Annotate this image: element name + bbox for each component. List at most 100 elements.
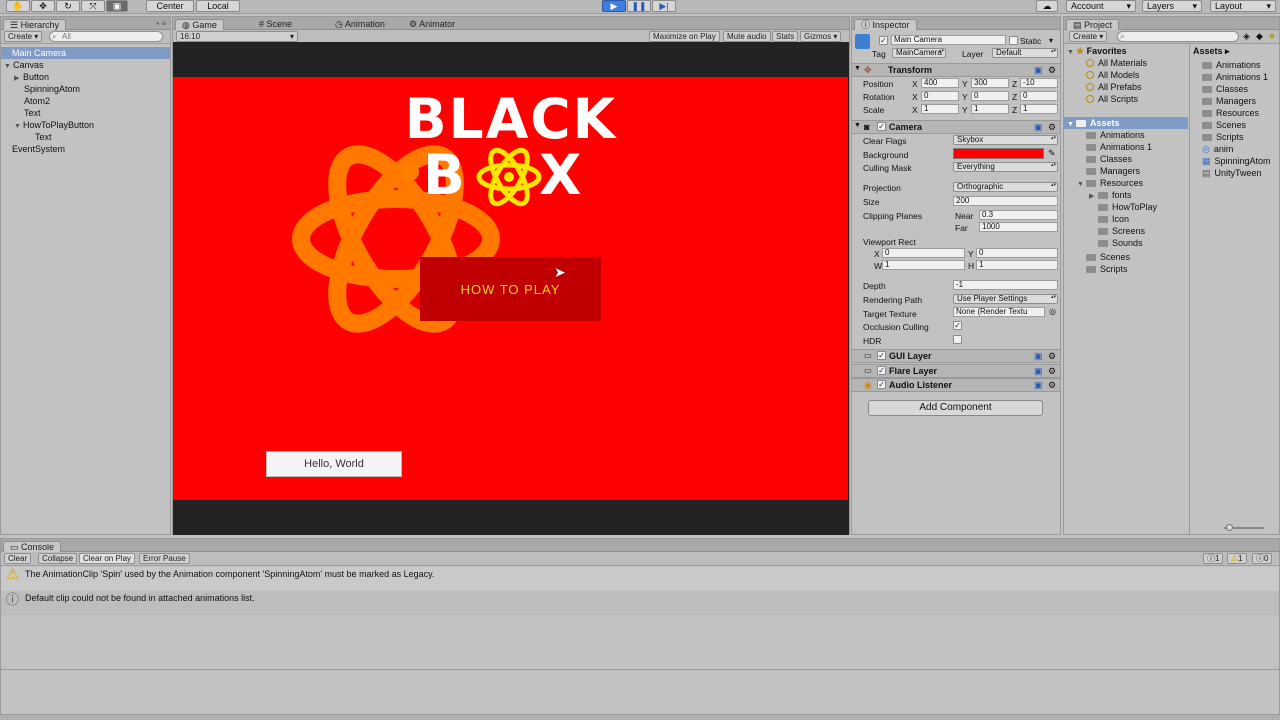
favorite-item[interactable]: All Materials: [1086, 57, 1147, 69]
tree-folder-item[interactable]: Managers: [1086, 165, 1140, 177]
static-checkbox[interactable]: [1009, 36, 1018, 45]
viewport-y-field[interactable]: 0: [976, 248, 1058, 258]
far-field[interactable]: 1000: [979, 222, 1058, 232]
tree-folder-item[interactable]: ▶ fonts: [1089, 189, 1132, 201]
console-clear-on-play-toggle[interactable]: Clear on Play: [79, 553, 136, 564]
assets-header[interactable]: ▼ Assets: [1064, 117, 1188, 129]
near-field[interactable]: 0.3: [979, 210, 1058, 220]
collapse-arrow-icon[interactable]: ▶: [14, 73, 23, 85]
tab-console[interactable]: ▭ Console: [3, 541, 62, 552]
hierarchy-item-spinningatom[interactable]: SpinningAtom: [24, 83, 80, 95]
asset-item[interactable]: ◎ anim: [1202, 143, 1233, 155]
icon-size-slider-handle[interactable]: [1226, 524, 1233, 531]
tree-folder-item[interactable]: Screens: [1098, 225, 1145, 237]
tab-animation[interactable]: ◷ Animation: [329, 19, 391, 30]
tree-folder-item[interactable]: HowToPlay: [1098, 201, 1157, 213]
favorite-item[interactable]: All Models: [1086, 69, 1140, 81]
rect-tool-button[interactable]: ▣: [106, 0, 128, 12]
cloud-button[interactable]: ☁: [1036, 0, 1058, 12]
error-filter-toggle[interactable]: ⓘ0: [1252, 553, 1273, 564]
project-search-input[interactable]: ⌕: [1117, 31, 1239, 42]
console-clear-button[interactable]: Clear: [4, 553, 32, 564]
asset-item[interactable]: Resources: [1202, 107, 1259, 119]
asset-item[interactable]: Animations: [1202, 59, 1261, 71]
pause-button[interactable]: ❚❚: [627, 0, 651, 12]
maximize-on-play-toggle[interactable]: Maximize on Play: [649, 31, 720, 42]
star-icon[interactable]: ★: [1268, 31, 1276, 42]
expand-arrow-icon[interactable]: ▼: [854, 65, 861, 72]
tab-animator[interactable]: ⚙ Animator: [403, 19, 461, 30]
project-create-button[interactable]: Create ▾: [1069, 31, 1108, 42]
hierarchy-item-text[interactable]: Text: [35, 131, 52, 143]
hierarchy-item-button[interactable]: ▶ Button: [14, 71, 49, 83]
favorite-item[interactable]: All Prefabs: [1086, 81, 1142, 93]
console-message[interactable]: ⚠ The AnimationClip 'Spin' used by the A…: [1, 567, 1279, 591]
position-x-field[interactable]: 400: [921, 78, 959, 88]
asset-item[interactable]: Managers: [1202, 95, 1256, 107]
help-icon[interactable]: ▣: [1034, 65, 1043, 76]
how-to-play-button[interactable]: HOW TO PLAY: [420, 257, 601, 321]
rotate-tool-button[interactable]: ↻: [56, 0, 80, 12]
audio-listener-header[interactable]: ◉ ✓ Audio Listener ▣ ⚙: [852, 378, 1060, 392]
filter-type-icon[interactable]: ◈: [1243, 31, 1250, 42]
expand-arrow-icon[interactable]: ▼: [854, 122, 861, 129]
expand-arrow-icon[interactable]: ▼: [1067, 119, 1076, 131]
rotation-y-field[interactable]: 0: [971, 91, 1009, 101]
asset-item[interactable]: ▦ SpinningAtom: [1202, 155, 1271, 167]
tree-folder-item[interactable]: Classes: [1086, 153, 1132, 165]
favorites-header[interactable]: ▼ ★ Favorites: [1067, 45, 1127, 57]
asset-item[interactable]: Scenes: [1202, 119, 1246, 131]
transform-header[interactable]: ▼ ✥ Transform ▣ ⚙: [852, 63, 1060, 77]
position-y-field[interactable]: 300: [971, 78, 1009, 88]
asset-item[interactable]: Classes: [1202, 83, 1248, 95]
info-filter-toggle[interactable]: ⓘ1: [1203, 553, 1224, 564]
console-message[interactable]: ⓘ Default clip could not be found in att…: [1, 591, 1279, 615]
help-icon[interactable]: ▣: [1034, 351, 1043, 362]
tree-folder-item[interactable]: Scenes: [1086, 251, 1130, 263]
hierarchy-item-canvas[interactable]: ▼ Canvas: [4, 59, 44, 71]
tab-project[interactable]: ▤ Project: [1066, 19, 1120, 30]
tab-inspector[interactable]: ⓘ Inspector: [854, 19, 917, 30]
camera-header[interactable]: ▼ ◙ ✓ Camera ▣ ⚙: [852, 120, 1060, 134]
size-field[interactable]: 200: [953, 196, 1058, 206]
favorite-item[interactable]: All Scripts: [1086, 93, 1138, 105]
gear-icon[interactable]: ⚙: [1048, 366, 1056, 377]
help-icon[interactable]: ▣: [1034, 122, 1043, 133]
tree-folder-item[interactable]: Animations 1: [1086, 141, 1152, 153]
expand-arrow-icon[interactable]: ▼: [4, 61, 13, 73]
hierarchy-item-eventsystem[interactable]: EventSystem: [12, 143, 65, 155]
position-z-field[interactable]: -10: [1020, 78, 1058, 88]
chevron-down-icon[interactable]: ▾: [1049, 36, 1053, 45]
occlusion-culling-checkbox[interactable]: ✓: [953, 321, 962, 330]
gear-icon[interactable]: ⚙: [1048, 380, 1056, 391]
active-checkbox[interactable]: ✓: [879, 36, 888, 45]
asset-item[interactable]: ▤ UnityTween: [1202, 167, 1262, 179]
asset-item[interactable]: Animations 1: [1202, 71, 1268, 83]
rotation-z-field[interactable]: 0: [1020, 91, 1058, 101]
move-tool-button[interactable]: ✥: [31, 0, 55, 12]
layer-dropdown[interactable]: Default: [992, 48, 1058, 58]
stats-toggle[interactable]: Stats: [772, 31, 799, 42]
play-button[interactable]: ▶: [602, 0, 626, 12]
hdr-checkbox[interactable]: [953, 335, 962, 344]
layers-dropdown[interactable]: Layers ▾: [1142, 0, 1202, 12]
step-button[interactable]: ▶|: [652, 0, 676, 12]
scale-y-field[interactable]: 1: [971, 104, 1009, 114]
pivot-toggle[interactable]: Center: [146, 0, 194, 12]
tree-folder-item[interactable]: Sounds: [1098, 237, 1143, 249]
tree-folder-item[interactable]: Animations: [1086, 129, 1145, 141]
gear-icon[interactable]: ⚙: [1048, 351, 1056, 362]
background-color-swatch[interactable]: [953, 148, 1044, 159]
viewport-h-field[interactable]: 1: [976, 260, 1058, 270]
console-collapse-toggle[interactable]: Collapse: [38, 553, 78, 564]
gui-layer-checkbox[interactable]: ✓: [877, 351, 886, 360]
panel-menu-icon[interactable]: ▪ ≡: [156, 19, 166, 28]
tree-folder-item[interactable]: ▼ Resources: [1077, 177, 1143, 189]
console-detail-divider[interactable]: [1, 669, 1280, 670]
projection-dropdown[interactable]: Orthographic: [953, 182, 1058, 192]
gear-icon[interactable]: ⚙: [1048, 122, 1056, 133]
gui-layer-header[interactable]: ▭ ✓ GUI Layer ▣ ⚙: [852, 349, 1060, 363]
eyedropper-icon[interactable]: ✎: [1048, 148, 1056, 159]
culling-mask-dropdown[interactable]: Everything: [953, 162, 1058, 172]
scale-tool-button[interactable]: ⤧: [81, 0, 105, 12]
